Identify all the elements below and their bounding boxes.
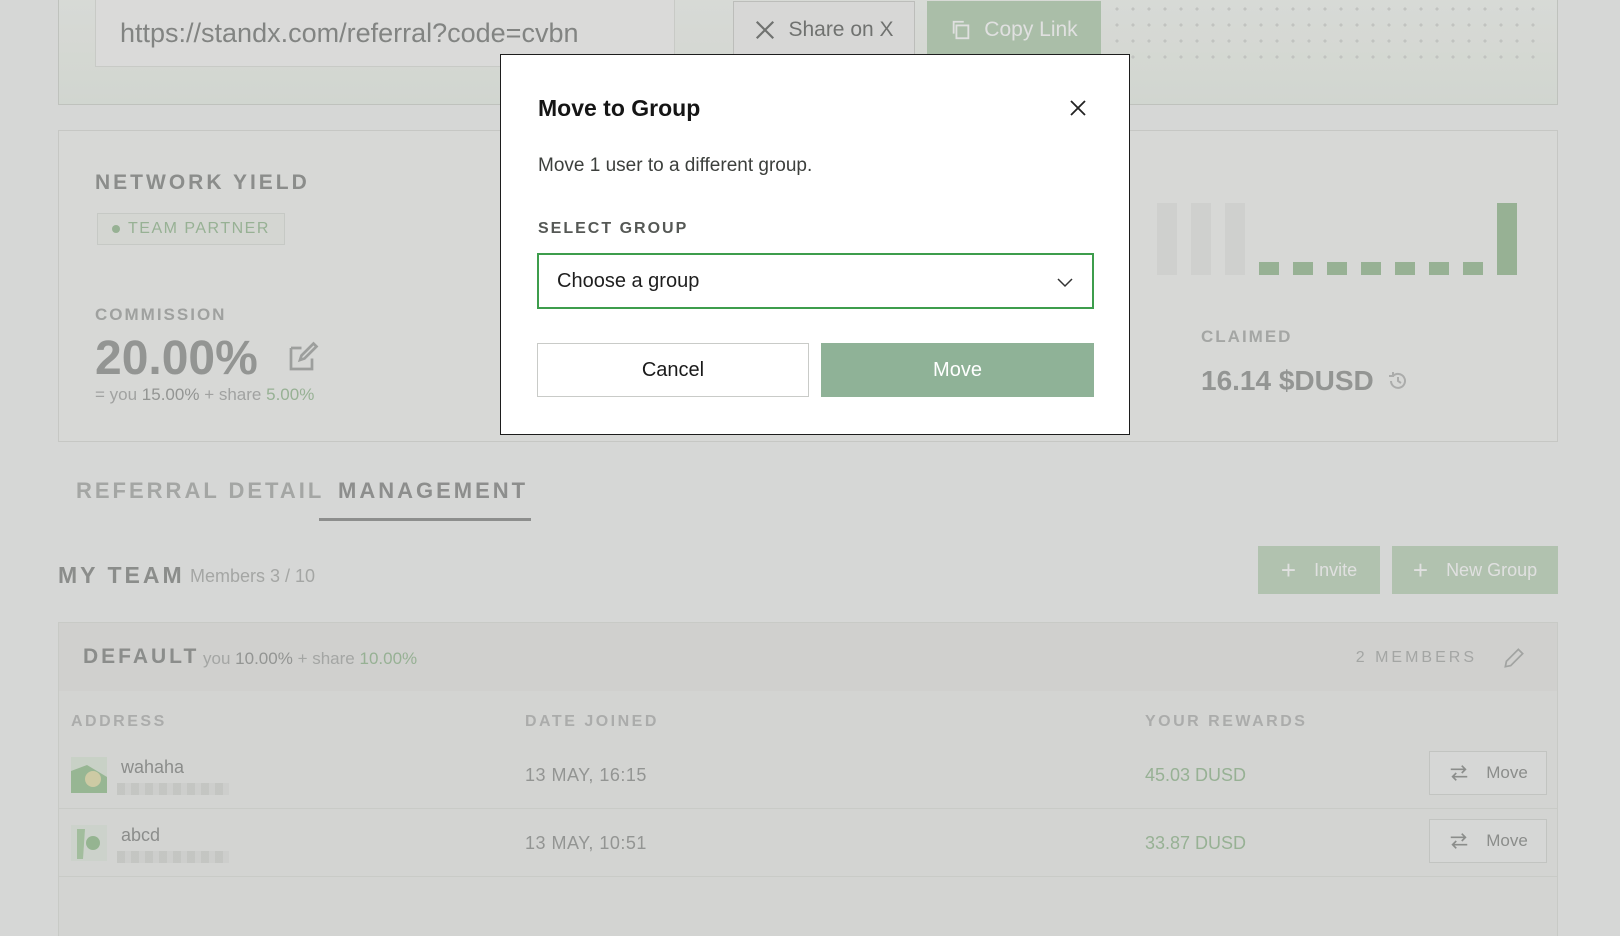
select-group-label: SELECT GROUP <box>538 220 689 237</box>
group-select-dropdown[interactable]: Choose a group <box>537 253 1094 309</box>
group-select-placeholder: Choose a group <box>557 269 700 292</box>
dialog-title: Move to Group <box>538 95 701 121</box>
move-button[interactable]: Move <box>821 343 1094 397</box>
cancel-button[interactable]: Cancel <box>537 343 809 397</box>
move-to-group-dialog: Move to Group Move 1 user to a different… <box>500 54 1130 435</box>
close-icon[interactable] <box>1061 91 1095 125</box>
chevron-down-icon <box>1057 278 1073 288</box>
dialog-description: Move 1 user to a different group. <box>538 155 813 176</box>
